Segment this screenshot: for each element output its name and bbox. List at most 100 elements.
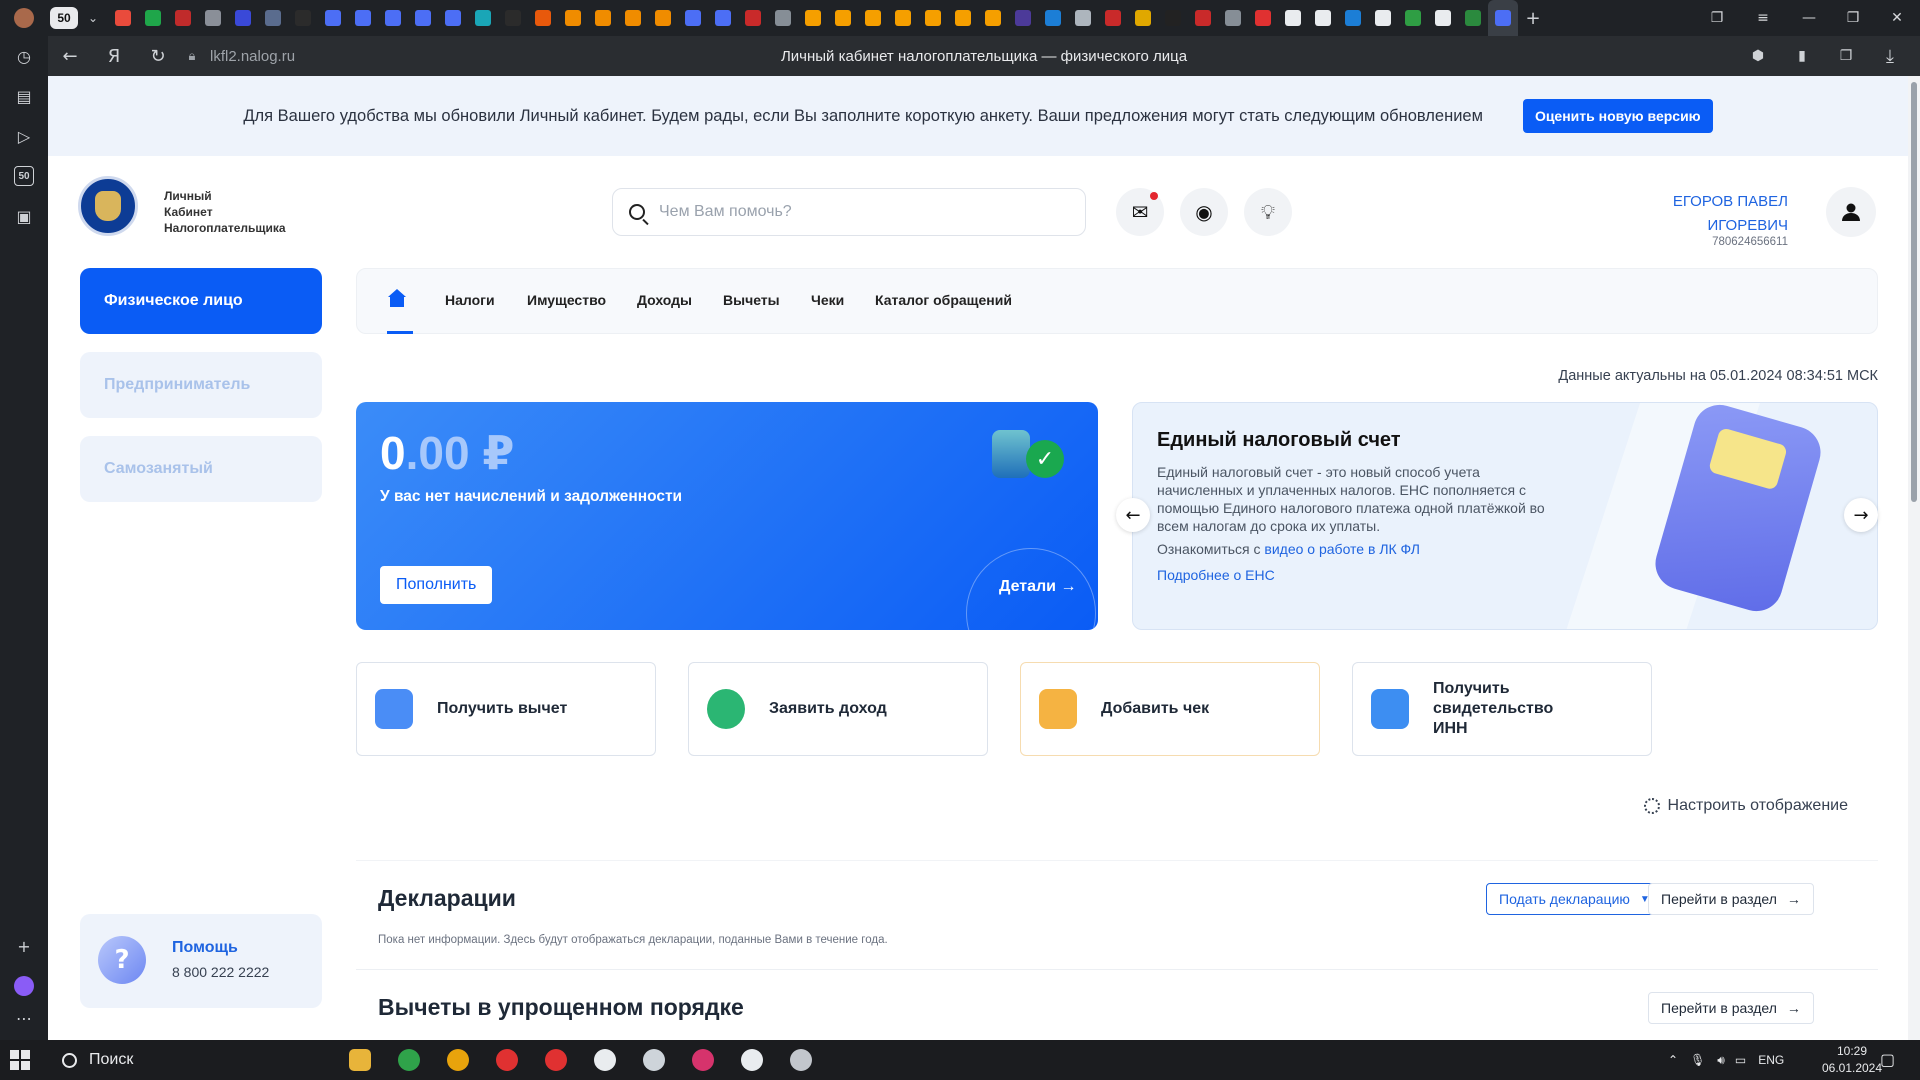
browser-tab[interactable] — [1038, 0, 1068, 36]
close-window-button[interactable]: ✕ — [1874, 0, 1920, 36]
quick-action-declare-income[interactable]: Заявить доход — [688, 662, 988, 756]
tab-panel-icon[interactable]: ❐ — [1694, 0, 1740, 36]
sidebar-item-individual[interactable]: Физическое лицо — [80, 268, 322, 334]
browser-tab[interactable] — [1098, 0, 1128, 36]
browser-tab[interactable] — [1068, 0, 1098, 36]
search-input[interactable] — [659, 203, 1039, 221]
downloads-icon[interactable]: ⤓ — [1868, 36, 1912, 76]
home-icon[interactable] — [387, 289, 407, 309]
ens-video-link[interactable]: видео о работе в ЛК ФЛ — [1264, 541, 1420, 557]
minimize-button[interactable]: — — [1786, 0, 1832, 36]
tab-property[interactable]: Имущество — [527, 292, 606, 308]
tips-button[interactable]: 💡︎ — [1244, 188, 1292, 236]
browser-tab[interactable] — [1248, 0, 1278, 36]
browser-tab[interactable] — [708, 0, 738, 36]
browser-tab[interactable] — [588, 0, 618, 36]
browser-tab[interactable] — [1308, 0, 1338, 36]
browser-tab[interactable] — [108, 0, 138, 36]
topup-button[interactable]: Пополнить — [380, 566, 493, 604]
submit-declaration-button[interactable]: Подать декларацию ▼ — [1486, 883, 1663, 915]
menu-icon[interactable]: ≡ — [1740, 0, 1786, 36]
media-icon[interactable]: ▷ — [0, 116, 48, 156]
rate-new-version-button[interactable]: Оценить новую версию — [1522, 99, 1713, 133]
browser-tab[interactable] — [468, 0, 498, 36]
sidebar-item-entrepreneur[interactable]: Предприниматель — [80, 352, 322, 418]
browser-tab[interactable] — [828, 0, 858, 36]
sidebar-item-self-employed[interactable]: Самозанятый — [80, 436, 322, 502]
logo-text[interactable]: Личный Кабинет Налогоплательщика — [164, 188, 286, 236]
new-tab-button[interactable]: + — [1518, 0, 1548, 36]
tab-deductions[interactable]: Вычеты — [723, 292, 780, 308]
yandex-icon[interactable]: Я — [92, 36, 136, 76]
browser-tab[interactable] — [798, 0, 828, 36]
quick-action-get-inn[interactable]: Получить свидетельство ИНН — [1352, 662, 1652, 756]
deductions-goto-button[interactable]: Перейти в раздел → — [1648, 992, 1814, 1024]
search-box[interactable] — [612, 188, 1086, 236]
quick-action-get-deduction[interactable]: Получить вычет — [356, 662, 656, 756]
fns-logo[interactable] — [78, 176, 138, 236]
browser-tab[interactable] — [1128, 0, 1158, 36]
browser-tab[interactable] — [1158, 0, 1188, 36]
tab-counter[interactable]: 50 — [50, 7, 78, 29]
browser-tab[interactable] — [738, 0, 768, 36]
browser-tab[interactable] — [858, 0, 888, 36]
browser-tab[interactable] — [978, 0, 1008, 36]
page-scrollbar[interactable] — [1908, 76, 1920, 1040]
browser-tab[interactable] — [768, 0, 798, 36]
bookmark-icon[interactable]: ▮ — [1780, 36, 1824, 76]
restore-button[interactable]: ❐ — [1830, 0, 1876, 36]
taskbar-app[interactable] — [340, 1040, 380, 1080]
browser-tab[interactable] — [918, 0, 948, 36]
collections-button-icon[interactable]: ❐ — [1824, 36, 1868, 76]
taskbar-app[interactable] — [732, 1040, 772, 1080]
browser-tab[interactable] — [1488, 0, 1518, 36]
declarations-goto-button[interactable]: Перейти в раздел → — [1648, 883, 1814, 915]
carousel-prev-icon[interactable]: ← — [1116, 498, 1150, 532]
taskbar-app[interactable] — [683, 1040, 723, 1080]
browser-tab[interactable] — [618, 0, 648, 36]
user-name[interactable]: ЕГОРОВ ПАВЕЛ ИГОРЕВИЧ — [1673, 190, 1788, 238]
tray-chevron-icon[interactable]: ⌃ — [1668, 1053, 1678, 1067]
browser-tab[interactable] — [1368, 0, 1398, 36]
browser-tab[interactable] — [1398, 0, 1428, 36]
add-panel-icon[interactable]: + — [0, 926, 48, 966]
taskbar-app[interactable] — [389, 1040, 429, 1080]
browser-tab[interactable] — [198, 0, 228, 36]
browser-tab[interactable] — [648, 0, 678, 36]
browser-tab[interactable] — [1278, 0, 1308, 36]
tabs-dropdown-icon[interactable]: ⌄ — [78, 0, 108, 36]
configure-display-button[interactable]: Настроить отображение — [1643, 797, 1848, 815]
microphone-icon[interactable]: 🎙︎ — [1690, 1053, 1705, 1067]
collections-icon[interactable]: ▤ — [0, 76, 48, 116]
taskbar-app[interactable] — [536, 1040, 576, 1080]
taskbar-app[interactable] — [438, 1040, 478, 1080]
taskbar-clock[interactable]: 10:29 06.01.2024 — [1814, 1043, 1890, 1077]
messages-button[interactable]: ✉ — [1116, 188, 1164, 236]
browser-tab[interactable] — [258, 0, 288, 36]
browser-tab[interactable] — [228, 0, 258, 36]
ens-more-link[interactable]: Подробнее о ЕНС — [1157, 567, 1275, 583]
history-icon[interactable]: ◷ — [0, 36, 48, 76]
browser-tab[interactable] — [138, 0, 168, 36]
browser-tab[interactable] — [1188, 0, 1218, 36]
taskbar-app[interactable] — [781, 1040, 821, 1080]
taskbar-app[interactable] — [585, 1040, 625, 1080]
help-card[interactable]: ? Помощь 8 800 222 2222 — [80, 914, 322, 1008]
browser-tab[interactable] — [1008, 0, 1038, 36]
network-icon[interactable]: ▭ — [1735, 1053, 1746, 1067]
browser-tab[interactable] — [288, 0, 318, 36]
scrollbar-thumb[interactable] — [1911, 82, 1917, 502]
extension-icon[interactable]: ⬢ — [1736, 36, 1780, 76]
user-profile-icon[interactable] — [1826, 187, 1876, 237]
browser-tab[interactable] — [678, 0, 708, 36]
quick-action-add-receipt[interactable]: Добавить чек — [1020, 662, 1320, 756]
taskbar-app[interactable] — [634, 1040, 674, 1080]
carousel-next-icon[interactable]: → — [1844, 498, 1878, 532]
notifications-icon[interactable]: ▢ — [1880, 1040, 1895, 1080]
lock-icon[interactable]: 🔒︎ — [180, 36, 204, 76]
volume-icon[interactable]: 🔊︎ — [1717, 1053, 1725, 1068]
url-field[interactable]: lkfl2.nalog.ru — [210, 48, 295, 65]
screenshot-icon[interactable]: ▣ — [0, 196, 48, 236]
taskbar-app[interactable] — [487, 1040, 527, 1080]
browser-tab[interactable] — [1428, 0, 1458, 36]
